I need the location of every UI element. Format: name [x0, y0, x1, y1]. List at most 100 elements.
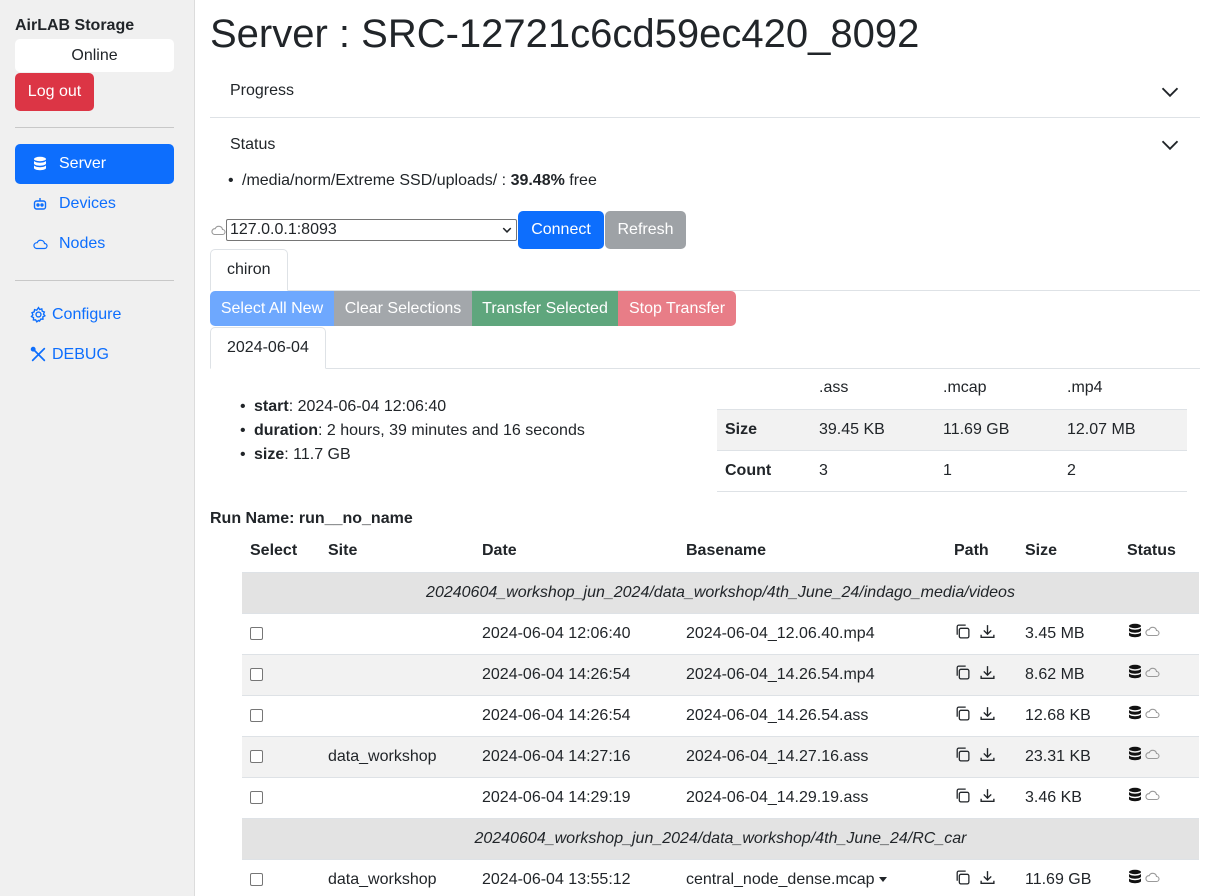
copy-icon[interactable]	[954, 787, 971, 804]
path-actions	[946, 612, 1017, 654]
chevron-down-icon	[502, 227, 512, 233]
accordion-status[interactable]: Status	[210, 118, 1200, 171]
connect-button[interactable]: Connect	[518, 211, 604, 249]
col-header: Status	[1127, 542, 1176, 560]
page-title: Server : SRC-12721c6cd59ec420_8092	[210, 12, 920, 56]
debug-link[interactable]: DEBUG	[30, 346, 109, 364]
extension-table: .ass .mcap .mp4 Size 39.45 KB 11.69 GB 1…	[717, 368, 1187, 492]
size-cell: 8.62 MB	[1017, 653, 1119, 695]
download-icon[interactable]	[979, 787, 996, 804]
status-cell	[1119, 653, 1199, 695]
summary-start: start: 2024-06-04 12:06:40	[240, 395, 585, 419]
download-icon[interactable]	[979, 664, 996, 681]
cloud-icon	[1145, 667, 1160, 678]
table-row: 2024-06-04 12:06:40 2024-06-04_12.06.40.m…	[242, 612, 1199, 654]
table-row: data_workshop 2024-06-04 14:27:16 2024-06-…	[242, 735, 1199, 777]
run-name: Run Name: run__no_name	[210, 510, 413, 527]
col-header: Select	[250, 542, 298, 560]
disk-free-suffix: free	[564, 172, 597, 189]
database-icon	[1129, 746, 1141, 761]
col-header: Site	[328, 542, 358, 560]
select-all-new-button[interactable]: Select All New	[210, 291, 334, 326]
nav-item-label: Devices	[59, 195, 116, 212]
copy-icon[interactable]	[954, 664, 971, 681]
cloud-icon	[1145, 708, 1160, 719]
basename-cell: 2024-06-04_14.26.54.ass	[678, 694, 946, 736]
basename-cell: 2024-06-04_14.26.54.mp4	[678, 653, 946, 695]
basename-cell[interactable]: central_node_dense.mcap	[678, 858, 946, 896]
select-checkbox[interactable]	[250, 873, 263, 887]
nav-item-nodes[interactable]: Nodes	[15, 224, 174, 264]
col-header: Path	[954, 542, 989, 560]
copy-icon[interactable]	[954, 869, 971, 886]
caret-down-icon[interactable]	[878, 877, 887, 883]
server-connect-row: 127.0.0.1:8093 Connect Refresh	[210, 211, 690, 249]
cloud-icon	[211, 225, 226, 236]
tab-chiron[interactable]: chiron	[210, 249, 288, 291]
table-row: data_workshop 2024-06-04 13:55:12 central_…	[242, 858, 1199, 896]
path-actions	[946, 694, 1017, 736]
download-icon[interactable]	[979, 623, 996, 640]
database-icon	[1129, 664, 1141, 679]
col-header: Date	[482, 542, 517, 560]
disk-free-percent: 39.48%	[510, 172, 565, 189]
nav-item-label: Server	[59, 155, 107, 172]
debug-label: DEBUG	[52, 346, 109, 363]
accordion-progress[interactable]: Progress	[210, 65, 1200, 118]
cloud-icon	[1145, 790, 1160, 801]
ext-header: .mcap	[943, 379, 987, 397]
date-cell: 2024-06-04 14:26:54	[474, 694, 678, 736]
refresh-button[interactable]: Refresh	[605, 211, 686, 249]
status-cell	[1119, 858, 1199, 896]
select-checkbox[interactable]	[250, 626, 263, 640]
select-checkbox[interactable]	[250, 790, 263, 804]
status-cell	[1119, 776, 1199, 818]
row-label: Count	[725, 461, 772, 479]
server-select[interactable]: 127.0.0.1:8093	[226, 219, 517, 241]
path-actions	[946, 858, 1017, 896]
table-row: 2024-06-04 14:26:54 2024-06-04_14.26.54.m…	[242, 653, 1199, 695]
date-cell: 2024-06-04 14:26:54	[474, 653, 678, 695]
tools-icon	[30, 346, 48, 364]
status-cell	[1119, 694, 1199, 736]
table-row: 2024-06-04 14:26:54 2024-06-04_14.26.54.a…	[242, 694, 1199, 736]
ext-header: .ass	[819, 379, 849, 397]
ext-header: .mp4	[1067, 379, 1103, 397]
database-icon	[31, 155, 49, 173]
divider	[15, 280, 174, 281]
clear-selections-button[interactable]: Clear Selections	[334, 291, 472, 326]
download-icon[interactable]	[979, 746, 996, 763]
copy-icon[interactable]	[954, 705, 971, 722]
logout-button[interactable]: Log out	[15, 73, 94, 111]
site-cell	[320, 694, 474, 736]
robot-tabs: chiron	[210, 249, 1200, 291]
nav-item-server[interactable]: Server	[15, 144, 174, 184]
group-path: 20240604_workshop_jun_2024/data_workshop…	[242, 571, 1199, 613]
summary-size: size: 11.7 GB	[240, 443, 585, 467]
cloud-icon	[1145, 749, 1160, 760]
configure-link[interactable]: Configure	[30, 306, 121, 324]
database-icon	[1129, 623, 1141, 638]
col-header: Basename	[686, 542, 767, 560]
copy-icon[interactable]	[954, 623, 971, 640]
select-checkbox[interactable]	[250, 667, 263, 681]
transfer-selected-button[interactable]: Transfer Selected	[472, 291, 618, 326]
tab-date[interactable]: 2024-06-04	[210, 327, 326, 369]
download-icon[interactable]	[979, 869, 996, 886]
select-checkbox[interactable]	[250, 749, 263, 763]
date-tabs: 2024-06-04	[210, 327, 1200, 369]
basename-cell: 2024-06-04_14.29.19.ass	[678, 776, 946, 818]
date-cell: 2024-06-04 14:27:16	[474, 735, 678, 777]
date-cell: 2024-06-04 12:06:40	[474, 612, 678, 654]
select-checkbox[interactable]	[250, 708, 263, 722]
download-icon[interactable]	[979, 705, 996, 722]
group-row: 20240604_workshop_jun_2024/data_workshop…	[242, 571, 1199, 613]
nav-item-devices[interactable]: Devices	[15, 184, 174, 224]
nav-item-label: Nodes	[59, 235, 106, 252]
copy-icon[interactable]	[954, 746, 971, 763]
size-cell: 11.69 GB	[1017, 858, 1119, 896]
table-row: 2024-06-04 14:29:19 2024-06-04_14.29.19.a…	[242, 776, 1199, 818]
stop-transfer-button[interactable]: Stop Transfer	[618, 291, 736, 326]
site-cell	[320, 653, 474, 695]
accordion-label: Progress	[230, 82, 295, 99]
